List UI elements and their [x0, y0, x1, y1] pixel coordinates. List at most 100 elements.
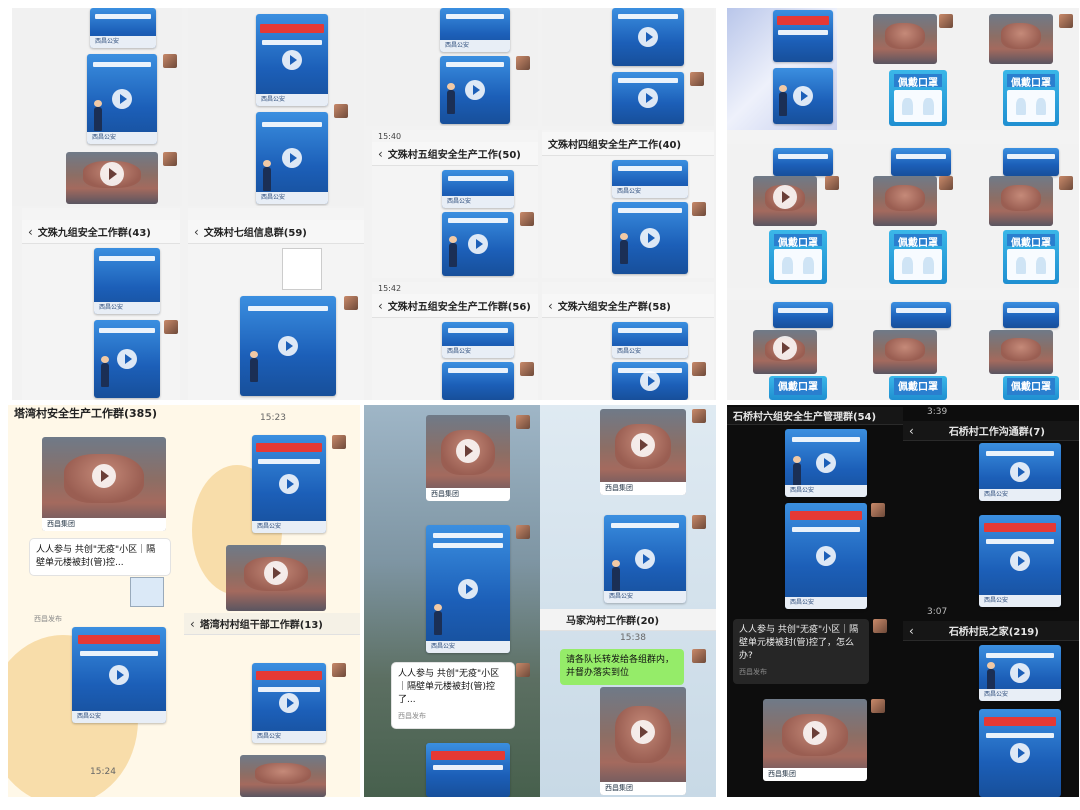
article-link-card[interactable]: 人人参与 共创"无疫"小区｜隔壁单元楼被封(管)控了... 西昌发布 [392, 663, 514, 728]
video-card[interactable]: 西昌公安 [604, 515, 686, 603]
card-footer: 西昌公安 [612, 346, 688, 358]
back-icon[interactable]: ‹ [28, 225, 33, 239]
article-thumbnail [130, 577, 164, 607]
chat-title: 文殊村四组安全生产工作(40) [548, 140, 682, 151]
chat-title: 塔湾村安全生产工作群(385) [14, 407, 158, 420]
video-card-rock[interactable]: 西昌集团 [763, 699, 867, 781]
video-card[interactable] [1003, 302, 1059, 328]
video-card-rock[interactable]: 西昌集团 [600, 687, 686, 795]
video-card-rock[interactable]: 西昌集团 [42, 437, 166, 531]
video-card[interactable] [442, 362, 514, 400]
mask-flyer[interactable]: 佩戴口罩 [1003, 230, 1059, 284]
video-card[interactable]: 西昌公安 [256, 112, 328, 204]
video-card[interactable]: 西昌公安 [252, 435, 326, 533]
video-card[interactable]: 西昌公安 [90, 8, 156, 48]
video-card[interactable]: 西昌公安 [252, 663, 326, 743]
video-card[interactable]: 西昌公安 [256, 14, 328, 106]
video-card[interactable] [979, 709, 1061, 797]
video-card-rock[interactable] [873, 176, 937, 226]
video-card[interactable] [442, 212, 514, 276]
back-icon[interactable]: ‹ [909, 624, 914, 638]
video-card-rock[interactable] [753, 330, 817, 374]
article-title: 人人参与 共创"无疫"小区｜隔壁单元楼被封(管)控... [36, 545, 156, 568]
chat-screenshot: 西昌公安 西昌公安 [12, 8, 182, 206]
video-card[interactable]: 西昌公安 [87, 54, 157, 144]
play-icon [1010, 551, 1030, 571]
video-card[interactable]: 西昌公安 [442, 170, 514, 208]
back-icon[interactable]: ‹ [548, 299, 553, 313]
flyer-title: 佩戴口罩 [1007, 74, 1055, 89]
video-card[interactable] [612, 72, 684, 124]
video-card-rock[interactable] [66, 152, 158, 204]
chat-title: 文殊六组安全生产群(58) [557, 302, 671, 313]
mask-flyer[interactable]: 佩戴口罩 [1003, 376, 1059, 400]
video-card[interactable] [773, 148, 833, 176]
video-card-rock[interactable] [989, 330, 1053, 374]
mask-flyer[interactable]: 佩戴口罩 [769, 376, 827, 400]
article-link-card[interactable]: 人人参与 共创"无疫"小区｜隔壁单元楼被封(管)控... [30, 539, 170, 575]
video-card[interactable]: 西昌公安 [979, 645, 1061, 701]
video-card-rock[interactable]: 西昌集团 [426, 415, 510, 501]
avatar [1059, 176, 1073, 190]
timestamp: 3:07 [927, 607, 948, 617]
video-card[interactable] [612, 362, 688, 400]
card-footer: 西昌公安 [604, 591, 686, 603]
article-source: 西昌发布 [34, 615, 62, 623]
sent-message: 请各队长转发给各组群内，并督办落实到位 [560, 649, 684, 685]
card-footer: 西昌公安 [90, 36, 156, 48]
video-card[interactable] [773, 68, 833, 124]
video-card[interactable] [891, 302, 951, 328]
back-icon[interactable]: ‹ [378, 299, 383, 313]
video-card[interactable]: 西昌公安 [440, 8, 510, 52]
back-icon[interactable]: ‹ [194, 225, 199, 239]
back-icon[interactable]: ‹ [378, 147, 383, 161]
video-card-rock[interactable] [240, 755, 326, 797]
mask-flyer[interactable]: 佩戴口罩 [889, 70, 947, 126]
mask-flyer[interactable]: 佩戴口罩 [889, 376, 947, 400]
video-card[interactable] [891, 148, 951, 176]
avatar [825, 176, 839, 190]
video-card[interactable] [440, 56, 510, 124]
avatar [692, 649, 706, 663]
video-card[interactable]: 西昌公安 [442, 322, 514, 358]
video-card-rock[interactable] [989, 14, 1053, 64]
article-link-card[interactable]: 人人参与 共创"无疫"小区｜隔壁单元楼被封(管)控了，怎么办? 西昌发布 [733, 619, 869, 684]
video-card[interactable]: 西昌公安 [612, 160, 688, 198]
video-card[interactable]: 西昌公安 [785, 429, 867, 497]
video-card[interactable] [94, 320, 160, 398]
card-footer: 西昌公安 [440, 40, 510, 52]
card-caption: 西昌集团 [763, 768, 867, 781]
video-card-rock[interactable] [989, 176, 1053, 226]
card-footer: 西昌公安 [252, 521, 326, 533]
video-card-rock[interactable] [873, 330, 937, 374]
video-card[interactable]: 西昌公安 [785, 503, 867, 609]
video-card[interactable]: 西昌公安 [979, 443, 1061, 501]
back-icon[interactable]: ‹ [190, 617, 195, 631]
video-card[interactable] [426, 743, 510, 797]
document-thumbnail[interactable] [282, 248, 322, 290]
video-card[interactable] [773, 302, 833, 328]
video-card[interactable] [612, 8, 684, 66]
card-footer: 西昌公安 [72, 711, 166, 723]
card-footer: 西昌公安 [442, 346, 514, 358]
video-card[interactable]: 西昌公安 [426, 525, 510, 653]
video-card[interactable] [240, 296, 336, 396]
video-card[interactable]: 西昌公安 [612, 322, 688, 358]
video-card[interactable] [612, 202, 688, 274]
mask-flyer[interactable]: 佩戴口罩 [889, 230, 947, 284]
video-card-rock[interactable] [753, 176, 817, 226]
video-card-rock[interactable] [873, 14, 937, 64]
back-icon[interactable]: ‹ [909, 424, 914, 438]
mask-flyer[interactable]: 佩戴口罩 [769, 230, 827, 284]
video-card[interactable] [1003, 148, 1059, 176]
video-card[interactable] [773, 10, 833, 62]
chat-title: 马家沟村工作群(20) [566, 616, 660, 627]
video-card[interactable]: 西昌公安 [979, 515, 1061, 607]
video-card[interactable]: 西昌公安 [94, 248, 160, 314]
video-card-rock[interactable]: 西昌集团 [600, 409, 686, 495]
chat-title: 文殊村五组安全生产工作(50) [387, 150, 521, 161]
video-card-rock[interactable] [226, 545, 326, 611]
mask-flyer[interactable]: 佩戴口罩 [1003, 70, 1059, 126]
video-card[interactable]: 西昌公安 [72, 627, 166, 723]
police-figure-icon [793, 456, 802, 488]
